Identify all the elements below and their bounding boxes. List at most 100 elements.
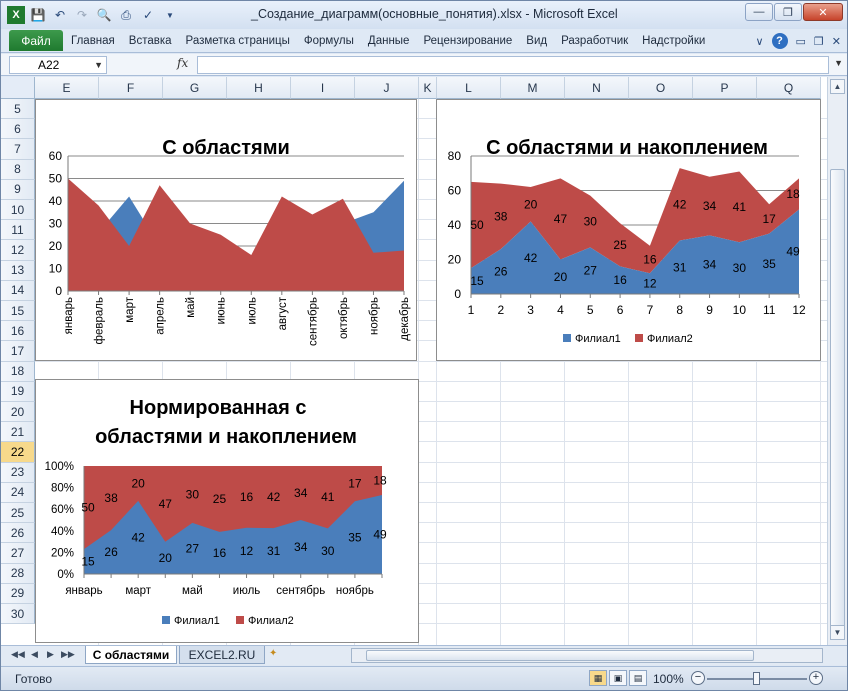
row-header-20[interactable]: 20	[1, 402, 35, 423]
ribbon-tab-3[interactable]: Формулы	[304, 35, 354, 47]
row-header-30[interactable]: 30	[1, 604, 35, 625]
ribbon-tab-4[interactable]: Данные	[368, 35, 410, 47]
expand-formula-icon[interactable]: ▼	[834, 58, 843, 68]
data-label: 34	[294, 486, 308, 500]
row-header-22[interactable]: 22	[1, 442, 35, 463]
prev-sheet-icon[interactable]: ◀	[31, 649, 38, 660]
row-header-16[interactable]: 16	[1, 321, 35, 342]
row-header-14[interactable]: 14	[1, 280, 35, 301]
row-header-21[interactable]: 21	[1, 422, 35, 443]
spellcheck-icon[interactable]: ✓	[139, 6, 157, 24]
normal-view-icon[interactable]: ▦	[589, 670, 607, 686]
ribbon-tab-8[interactable]: Надстройки	[642, 35, 705, 47]
excel-logo-icon[interactable]: X	[7, 6, 25, 24]
select-all-corner[interactable]	[1, 77, 35, 99]
chart-area[interactable]: С областями 0 10 20 30 40 50 60 январь февраль мар…	[35, 99, 417, 361]
page-break-view-icon[interactable]: ▤	[629, 670, 647, 686]
ribbon-tab-7[interactable]: Разработчик	[561, 35, 628, 47]
zoom-level[interactable]: 100%	[653, 672, 684, 686]
ribbon-tab-1[interactable]: Вставка	[129, 35, 172, 47]
insert-function-icon[interactable]: fx	[177, 56, 188, 70]
restore-icon[interactable]: ❐	[774, 3, 802, 21]
row-header-10[interactable]: 10	[1, 200, 35, 221]
row-header-27[interactable]: 27	[1, 543, 35, 564]
window-minimize-icon[interactable]: ▭	[796, 35, 806, 48]
scroll-up-icon[interactable]: ▲	[830, 79, 845, 94]
column-header-I[interactable]: I	[291, 77, 355, 99]
ribbon-tab-6[interactable]: Вид	[526, 35, 547, 47]
column-header-K[interactable]: K	[419, 77, 437, 99]
print-icon[interactable]: ⎙	[117, 6, 135, 24]
next-sheet-icon[interactable]: ▶	[47, 649, 54, 660]
row-header-26[interactable]: 26	[1, 523, 35, 544]
chart-percent-area[interactable]: Нормированная с областями и накоплением 0%…	[35, 379, 419, 643]
page-layout-view-icon[interactable]: ▣	[609, 670, 627, 686]
column-header-J[interactable]: J	[355, 77, 419, 99]
column-header-E[interactable]: E	[35, 77, 99, 99]
print-preview-icon[interactable]: 🔍	[95, 6, 113, 24]
data-label: 38	[104, 491, 118, 505]
help-icon[interactable]: ?	[771, 33, 788, 49]
window-restore-icon[interactable]: ❐	[814, 35, 824, 48]
row-header-7[interactable]: 7	[1, 139, 35, 160]
row-header-11[interactable]: 11	[1, 220, 35, 241]
row-header-5[interactable]: 5	[1, 99, 35, 120]
chevron-down-icon[interactable]: ▼	[94, 57, 103, 73]
row-header-29[interactable]: 29	[1, 583, 35, 604]
row-header-8[interactable]: 8	[1, 159, 35, 180]
window-close-icon[interactable]: ✕	[832, 35, 841, 48]
ribbon-tab-5[interactable]: Рецензирование	[423, 35, 512, 47]
row-header-9[interactable]: 9	[1, 179, 35, 200]
sheet-tab-active[interactable]: С областями	[85, 646, 177, 664]
column-header-M[interactable]: M	[501, 77, 565, 99]
column-header-O[interactable]: O	[629, 77, 693, 99]
column-header-G[interactable]: G	[163, 77, 227, 99]
minimize-icon[interactable]: —	[745, 3, 773, 21]
hscroll-thumb[interactable]	[366, 650, 754, 661]
column-header-N[interactable]: N	[565, 77, 629, 99]
row-header-12[interactable]: 12	[1, 240, 35, 261]
horizontal-scrollbar[interactable]	[351, 648, 823, 663]
x-tick-label: 12	[792, 303, 806, 317]
tab-file[interactable]: Файл	[9, 30, 63, 51]
row-header-18[interactable]: 18	[1, 361, 35, 382]
zoom-in-icon[interactable]: +	[809, 671, 823, 685]
row-header-19[interactable]: 19	[1, 381, 35, 402]
collapse-ribbon-icon[interactable]: ∨	[755, 35, 763, 48]
column-header-P[interactable]: P	[693, 77, 757, 99]
row-header-23[interactable]: 23	[1, 462, 35, 483]
save-icon[interactable]: 💾	[29, 6, 47, 24]
zoom-out-icon[interactable]: −	[691, 671, 705, 685]
formula-input[interactable]	[197, 56, 829, 74]
column-header-L[interactable]: L	[437, 77, 501, 99]
row-header-6[interactable]: 6	[1, 119, 35, 140]
column-header-F[interactable]: F	[99, 77, 163, 99]
last-sheet-icon[interactable]: ▶▶	[61, 649, 75, 660]
close-icon[interactable]: ✕	[803, 3, 843, 21]
ribbon-tab-0[interactable]: Главная	[71, 35, 115, 47]
worksheet-grid[interactable]: E F G H I J K L M N O P Q 5 6 7 8 9 10 11 12 13 14 15 16 17 18 19 20…	[1, 77, 827, 645]
column-header-H[interactable]: H	[227, 77, 291, 99]
column-header-Q[interactable]: Q	[757, 77, 821, 99]
name-box-value: A22	[38, 58, 60, 72]
redo-icon[interactable]: ↷	[73, 6, 91, 24]
scroll-thumb[interactable]	[830, 169, 845, 639]
customize-qat-icon[interactable]: ▼	[161, 6, 179, 24]
zoom-slider-knob[interactable]	[753, 672, 760, 685]
row-header-28[interactable]: 28	[1, 563, 35, 584]
vertical-scrollbar[interactable]: ▲ ▼	[827, 77, 847, 645]
insert-sheet-icon[interactable]: ✦	[269, 648, 285, 662]
row-header-17[interactable]: 17	[1, 341, 35, 362]
undo-icon[interactable]: ↶	[51, 6, 69, 24]
sheet-tab-excel2[interactable]: EXCEL2.RU	[179, 646, 265, 664]
row-header-13[interactable]: 13	[1, 260, 35, 281]
data-label: 27	[186, 541, 200, 555]
ribbon-tab-2[interactable]: Разметка страницы	[186, 35, 290, 47]
scroll-down-icon[interactable]: ▼	[830, 625, 845, 640]
row-header-25[interactable]: 25	[1, 503, 35, 524]
chart-stacked-area[interactable]: С областями и накоплением 0 20 40 60 80 1 2 3 4 5 6…	[436, 99, 821, 361]
first-sheet-icon[interactable]: ◀◀	[11, 649, 25, 660]
row-header-24[interactable]: 24	[1, 482, 35, 503]
row-header-15[interactable]: 15	[1, 301, 35, 322]
name-box[interactable]: A22 ▼	[9, 56, 107, 74]
